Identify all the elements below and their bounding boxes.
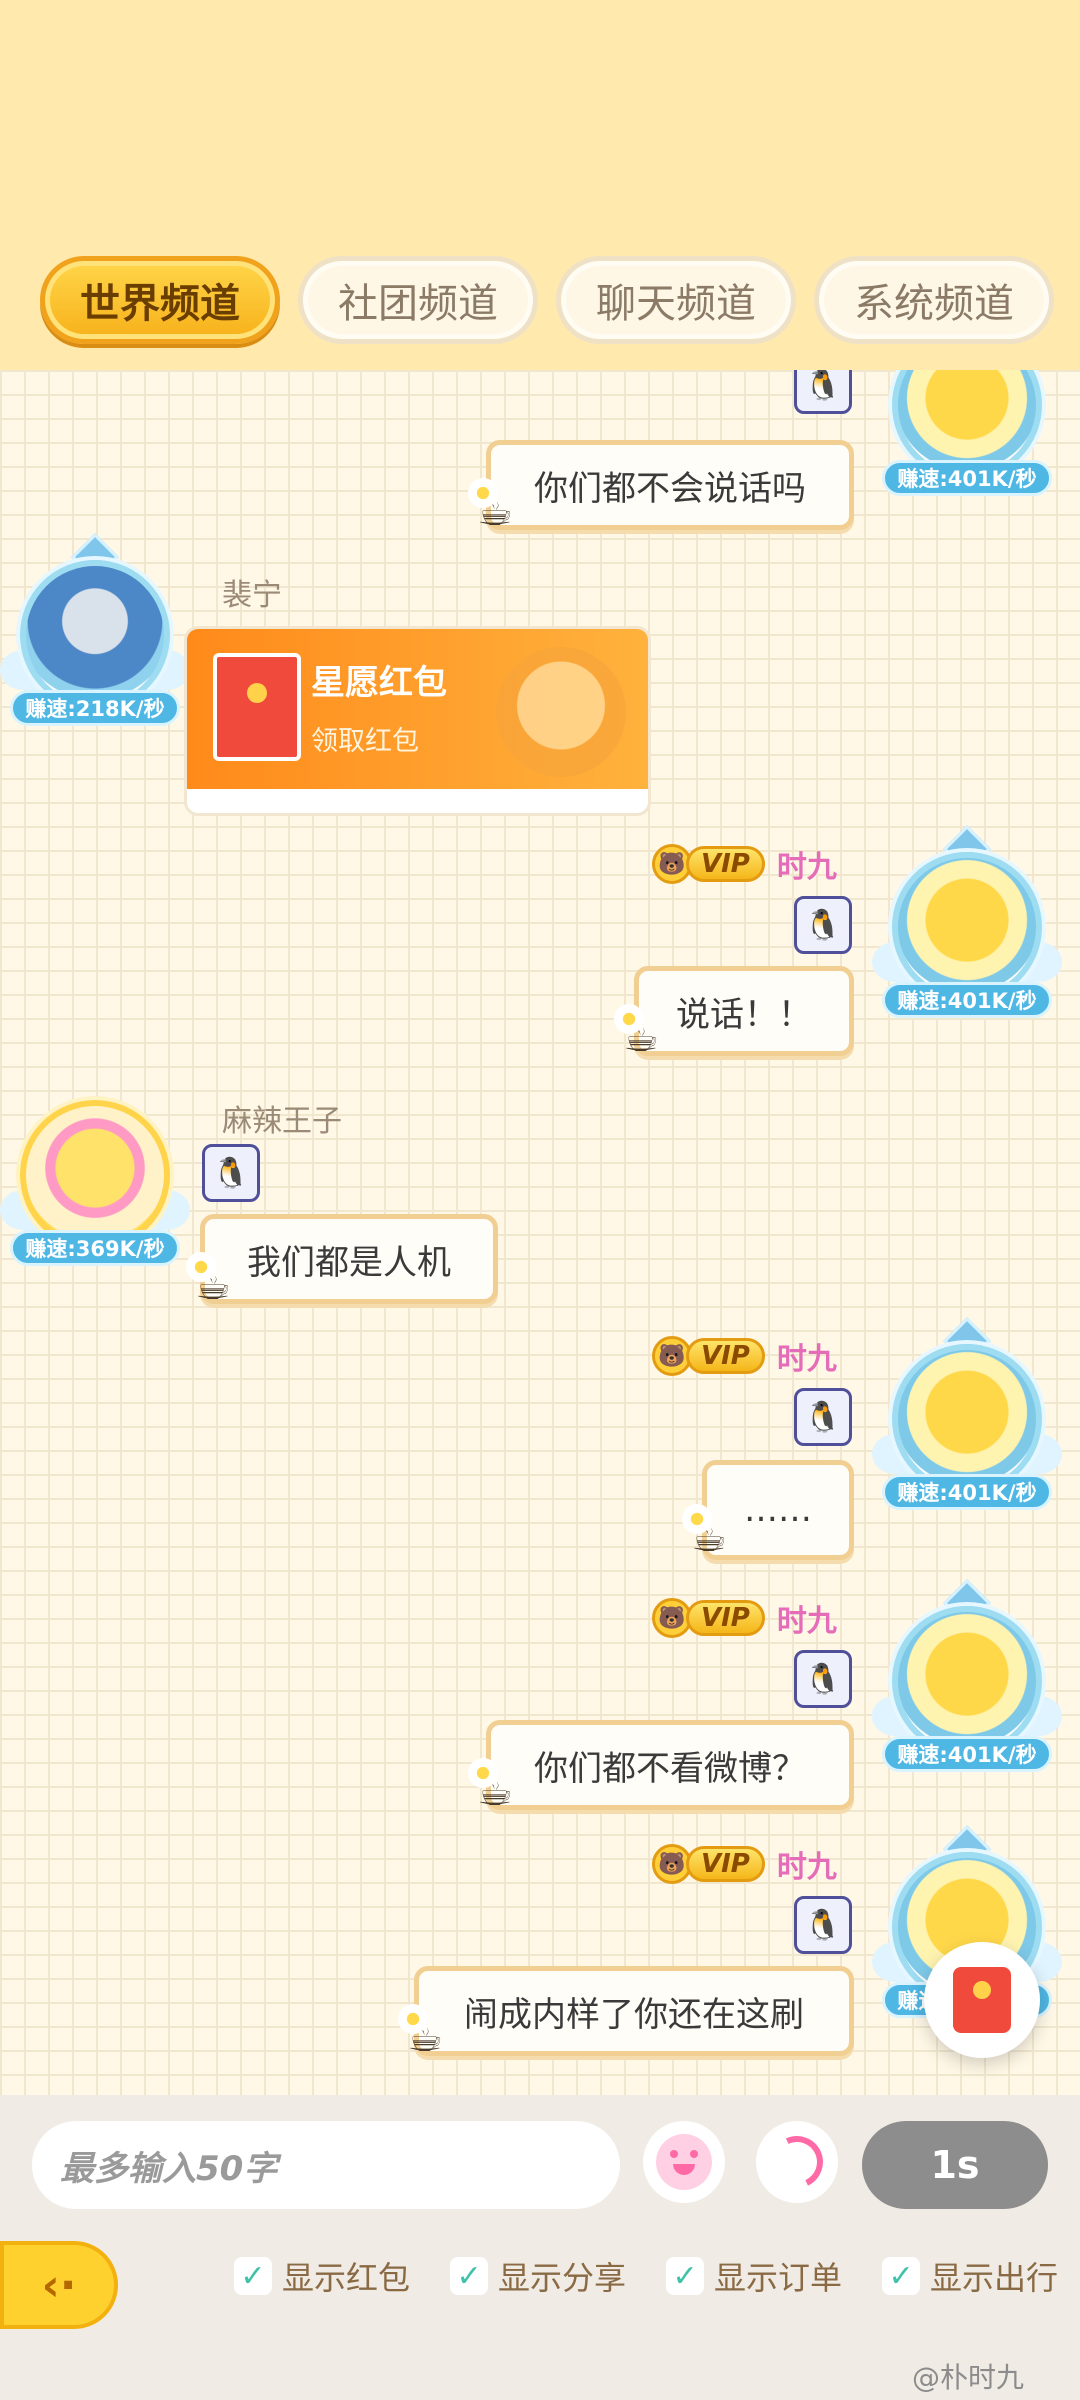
red-packet-card[interactable]: 星愿红包 领取红包 [184,626,651,816]
check-icon: ✓ [666,2257,705,2295]
input-bar: 最多输入50字 1s ‹· ✓ 显示红包 ✓ 显示分享 ✓ 显示订单 ✓ 显示出… [0,2095,1080,2400]
loading-arc-icon [763,2128,831,2196]
message-text: 我们都是人机 [247,1242,451,1283]
tab-system-channel[interactable]: 系统频道 [814,256,1054,344]
message-text: 闹成内样了你还在这刷 [464,1994,804,2035]
filter-show-travel[interactable]: ✓ 显示出行 [882,2253,1058,2299]
avatar[interactable]: 赚速:369K/秒 [0,1090,190,1266]
avatar-image [892,1606,1042,1756]
avatar[interactable]: 赚速:401K/秒 [872,1316,1062,1510]
sender-name: 时九 [776,1604,837,1639]
avatar[interactable]: 赚速:218K/秒 [0,532,190,726]
check-icon: ✓ [450,2257,489,2295]
vip-label: VIP [686,1846,765,1882]
filter-label: 显示红包 [282,2259,411,2297]
sender-name: 裴宁 [222,578,282,613]
emoji-button[interactable] [643,2121,725,2203]
sender-name: 时九 [776,850,837,885]
earn-speed-badge: 赚速:401K/秒 [882,460,1052,496]
check-icon: ✓ [234,2257,272,2295]
user-badge-icon: 🐧 [794,1388,852,1446]
teacup-decoration-icon: ☕ [462,478,528,540]
teacup-decoration-icon: ☕ [608,1004,674,1066]
message-bubble[interactable]: 你们都不会说话吗 [486,440,854,530]
avatar-image [20,1100,170,1250]
vip-tag: 🐻 VIP 时九 [652,1596,837,1640]
vip-label: VIP [686,846,765,882]
message-input[interactable]: 最多输入50字 [32,2121,620,2209]
message-text: 说话！！ [676,994,812,1035]
sender-name: 时九 [776,1850,837,1885]
send-button[interactable]: 1s [862,2121,1048,2209]
sender-name: 时九 [776,1342,837,1377]
floating-red-packet-button[interactable] [924,1942,1040,2058]
user-badge-icon: 🐧 [794,370,852,414]
action-button[interactable] [756,2121,838,2203]
channel-tabs: 世界频道 社团频道 聊天频道 系统频道 [40,256,1060,344]
user-badge-icon: 🐧 [794,896,852,954]
tab-chat-channel[interactable]: 聊天频道 [556,256,796,344]
earn-speed-badge: 赚速:401K/秒 [882,1474,1052,1510]
message-bubble[interactable]: 你们都不看微博？ [486,1720,854,1810]
filter-label: 显示分享 [498,2259,627,2297]
earn-speed-badge: 赚速:369K/秒 [10,1230,180,1266]
red-envelope-icon [213,653,301,761]
user-badge-icon: 🐧 [794,1896,852,1954]
vip-tag: 🐻 VIP 时九 [652,842,837,886]
teacup-decoration-icon: ☕ [462,1758,528,1820]
vip-tag: 🐻 VIP 时九 [652,1334,837,1378]
sender-name: 麻辣王子 [222,1104,342,1139]
avatar[interactable]: 赚速:401K/秒 [872,1578,1062,1772]
earn-speed-badge: 赚速:401K/秒 [882,1736,1052,1772]
avatar-image [892,1344,1042,1494]
message-text: 你们都不看微博？ [534,1748,806,1789]
teacup-decoration-icon: ☕ [676,1504,742,1566]
channel-header: 世界频道 社团频道 聊天频道 系统频道 [0,0,1080,388]
user-badge-icon: 🐧 [794,1650,852,1708]
red-packet-banner: 星愿红包 领取红包 [187,629,648,789]
avatar-image [20,560,170,710]
vip-label: VIP [686,1338,765,1374]
avatar-image [892,852,1042,1002]
check-icon: ✓ [882,2257,921,2295]
teacup-decoration-icon: ☕ [180,1252,246,1314]
smile-face-icon [656,2134,712,2190]
vip-label: VIP [686,1600,765,1636]
earn-speed-badge: 赚速:218K/秒 [10,690,180,726]
watermark: @朴时九 [912,2361,1025,2394]
avatar[interactable]: 赚速:401K/秒 [872,824,1062,1018]
message-text: …… [744,1490,812,1530]
filter-show-order[interactable]: ✓ 显示订单 [666,2253,842,2299]
red-packet-subtitle: 领取红包 [311,726,419,757]
user-badge-icon: 🐧 [202,1144,260,1202]
filter-show-share[interactable]: ✓ 显示分享 [450,2253,626,2299]
avatar[interactable]: 赚速:401K/秒 [882,370,1052,496]
message-bubble[interactable]: 闹成内样了你还在这刷 [414,1966,854,2056]
vip-tag: 🐻 VIP 时九 [652,1842,837,1886]
filter-label: 显示出行 [930,2259,1059,2297]
filter-label: 显示订单 [714,2259,843,2297]
tab-club-channel[interactable]: 社团频道 [298,256,538,344]
back-arrow-icon: ‹· [41,2259,77,2311]
red-envelope-icon [953,1967,1011,2033]
red-packet-character-image [496,647,626,777]
earn-speed-badge: 赚速:401K/秒 [882,982,1052,1018]
message-text: 你们都不会说话吗 [534,468,806,509]
red-packet-title: 星愿红包 [311,663,447,703]
tab-world-channel[interactable]: 世界频道 [40,256,280,344]
chat-list[interactable]: 🐧 赚速:401K/秒 你们都不会说话吗 ☕ 赚速:218K/秒 裴宁 星愿红包… [0,370,1080,2095]
filter-show-red-packet[interactable]: ✓ 显示红包 [234,2253,410,2299]
back-button[interactable]: ‹· [0,2241,118,2329]
display-filters: ✓ 显示红包 ✓ 显示分享 ✓ 显示订单 ✓ 显示出行 [234,2253,1058,2299]
teacup-decoration-icon: ☕ [392,2004,458,2066]
